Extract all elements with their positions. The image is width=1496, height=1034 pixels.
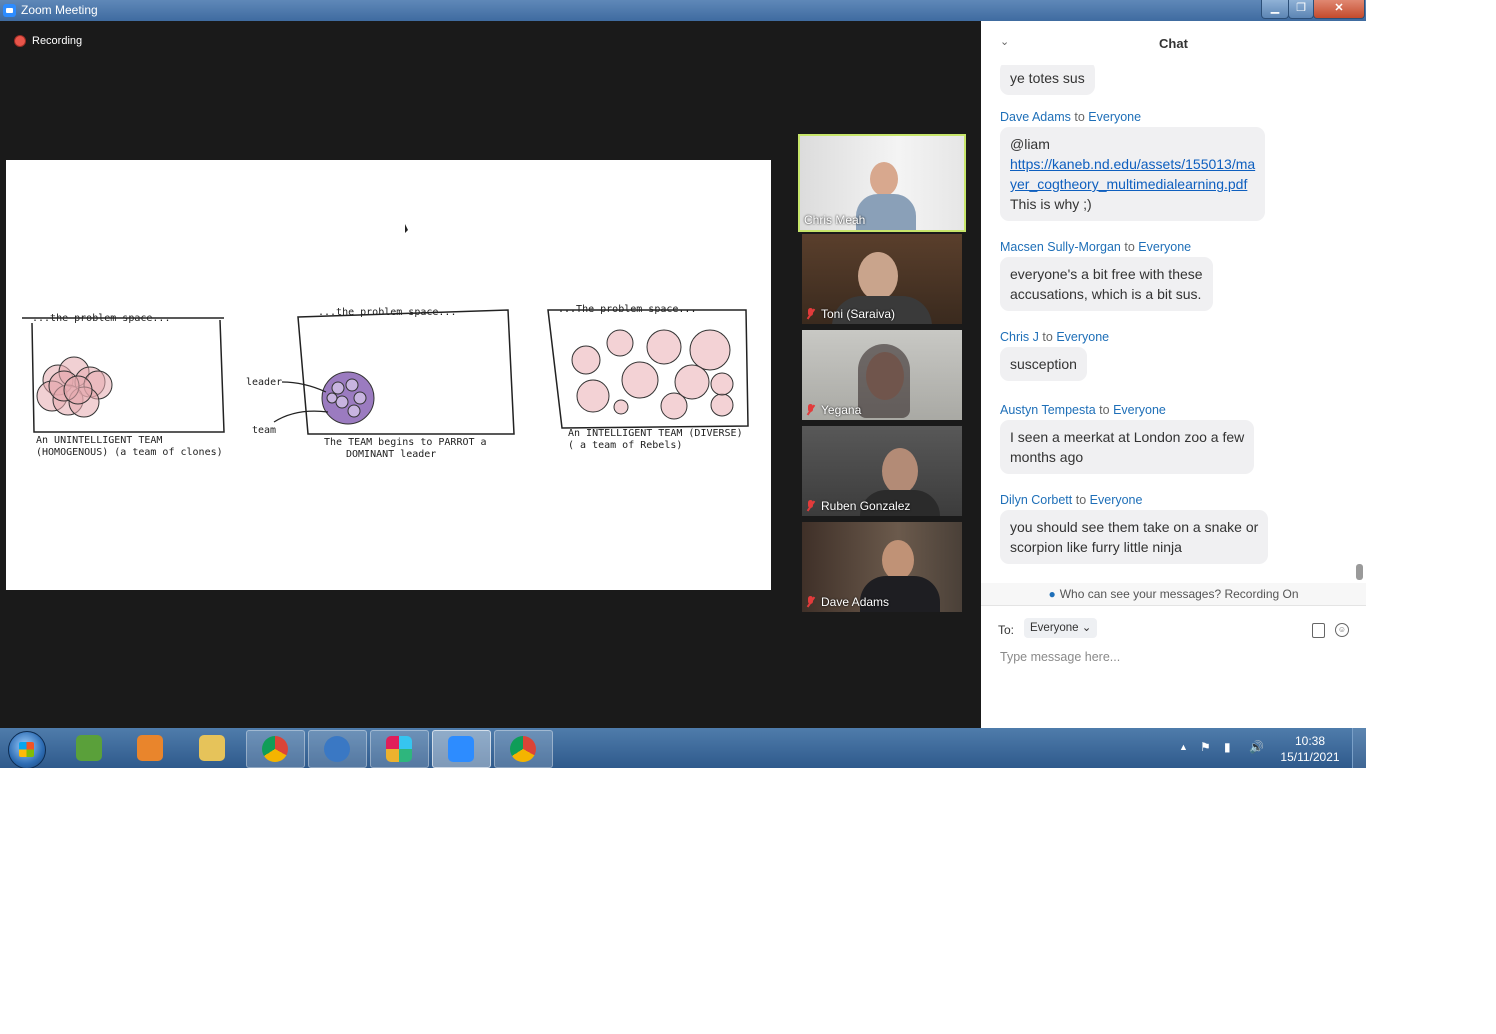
clock-date: 15/11/2021 — [1280, 750, 1340, 764]
chat-message: Chris J to Everyone susception — [1000, 330, 1109, 381]
chat-message: Macsen Sully-Morgan to Everyone everyone… — [1000, 240, 1213, 311]
maximize-button[interactable]: ❐ — [1288, 0, 1314, 19]
message-bubble: susception — [1000, 347, 1087, 381]
person-figure — [858, 252, 898, 300]
panel3-caption-2: ( a team of Rebels) — [568, 440, 682, 451]
zoom-icon — [448, 736, 474, 762]
thunderbird-icon — [324, 736, 350, 762]
start-button[interactable] — [8, 731, 46, 768]
muted-mic-icon — [806, 500, 815, 511]
message-meta: Macsen Sully-Morgan to Everyone — [1000, 240, 1192, 254]
person-figure — [882, 540, 914, 580]
chat-message: Dilyn Corbett to Everyone you should see… — [1000, 493, 1269, 564]
recording-indicator[interactable]: Recording — [14, 35, 83, 48]
message-bubble: everyone's a bit free with these accusat… — [1000, 257, 1213, 311]
zoom-app-icon — [3, 4, 16, 17]
chevron-down-icon: ⌄ — [1081, 622, 1092, 634]
mouse-cursor-icon — [405, 224, 408, 233]
window-title: Zoom Meeting — [21, 3, 98, 17]
system-clock[interactable]: 10:38 15/11/2021 — [1278, 733, 1342, 765]
panel2-caption-1: The TEAM begins to PARROT a — [324, 437, 487, 448]
meeting-area: Recording ...the problem space... An UNI… — [0, 21, 981, 728]
panel1-caption-2: (HOMOGENOUS) (a team of clones) — [36, 447, 223, 458]
message-meta: Chris J to Everyone — [1000, 330, 1110, 344]
recording-dot-icon — [14, 35, 26, 48]
action-center-flag-icon[interactable]: ⚑ — [1200, 740, 1211, 754]
message-link[interactable]: yer_cogtheory_multimedialearning.pdf — [1010, 176, 1247, 192]
volume-icon[interactable]: 🔊 — [1249, 740, 1264, 754]
chat-message: Dave Adams to Everyone @liam https://kan… — [1000, 110, 1266, 221]
person-figure — [870, 162, 898, 196]
to-label: To: — [998, 623, 1015, 637]
chat-panel: ⌄ Chat ye totes sus Dave Adams to Everyo… — [981, 21, 1366, 728]
zoom-window: Zoom Meeting ▁ ❐ ✕ Recording ...the prob… — [0, 0, 1366, 768]
participant-tile[interactable]: Toni (Saraiva) — [802, 234, 962, 324]
participant-name: Toni (Saraiva) — [806, 307, 895, 321]
chrome-profile-icon — [510, 736, 536, 762]
panel2-caption-2: DOMINANT leader — [346, 449, 436, 460]
chat-scrollbar-thumb[interactable] — [1356, 564, 1363, 580]
evernote-icon — [76, 735, 102, 761]
message-bubble: I seen a meerkat at London zoo a few mon… — [1000, 420, 1255, 474]
zoom-taskbar-button[interactable] — [432, 730, 491, 768]
evernote-taskbar-button[interactable] — [61, 730, 118, 766]
media-player-icon — [137, 735, 163, 761]
muted-mic-icon — [806, 404, 815, 415]
thunderbird-taskbar-button[interactable] — [308, 730, 367, 768]
panel1-caption-1: An UNINTELLIGENT TEAM — [36, 435, 162, 446]
shared-screen: ...the problem space... An UNINTELLIGENT… — [6, 160, 771, 590]
chrome-icon — [262, 736, 288, 762]
slack-icon — [386, 736, 412, 762]
message-link[interactable]: https://kaneb.nd.edu/assets/155013/ma — [1010, 156, 1255, 172]
privacy-notice[interactable]: ● Who can see your messages? Recording On — [981, 583, 1366, 606]
show-desktop-button[interactable] — [1352, 728, 1366, 768]
chat-scrollbar[interactable] — [1356, 67, 1363, 581]
participant-tile[interactable]: Dave Adams — [802, 522, 962, 612]
file-explorer-icon — [199, 735, 225, 761]
panel3-caption-1: An INTELLIGENT TEAM (DIVERSE) — [568, 428, 743, 439]
clock-time: 10:38 — [1294, 734, 1326, 748]
participant-tile-active-speaker[interactable]: Chris Meah — [798, 134, 966, 232]
media-player-taskbar-button[interactable] — [122, 730, 179, 766]
message-bubble: @liam https://kaneb.nd.edu/assets/155013… — [1000, 127, 1266, 221]
chat-message-input[interactable] — [998, 649, 1342, 665]
close-button[interactable]: ✕ — [1313, 0, 1365, 19]
taskbar: ▲ ⚑ ▮ 🔊 10:38 15/11/2021 — [0, 728, 1366, 768]
participant-name: Chris Meah — [804, 213, 866, 227]
recording-label: Recording — [32, 35, 83, 47]
message-meta: Austyn Tempesta to Everyone — [1000, 403, 1166, 417]
chat-message: ye totes sus — [1000, 65, 1095, 95]
muted-mic-icon — [806, 308, 815, 319]
recipient-dropdown[interactable]: Everyone ⌄ — [1024, 618, 1098, 638]
message-meta: Dilyn Corbett to Everyone — [1000, 493, 1143, 507]
minimize-button[interactable]: ▁ — [1261, 0, 1289, 19]
participant-name: Ruben Gonzalez — [806, 499, 910, 513]
leader-label: leader — [246, 377, 282, 388]
title-bar: Zoom Meeting ▁ ❐ ✕ — [0, 0, 1366, 21]
slack-taskbar-button[interactable] — [370, 730, 429, 768]
chat-title: Chat — [1159, 36, 1188, 51]
chat-header: ⌄ Chat — [981, 21, 1366, 65]
muted-mic-icon — [806, 596, 815, 607]
battery-power-icon[interactable]: ▮ — [1224, 740, 1231, 754]
chat-message: Austyn Tempesta to Everyone I seen a mee… — [1000, 403, 1255, 474]
message-bubble: ye totes sus — [1000, 65, 1095, 95]
emoji-icon[interactable]: ☺ — [1335, 623, 1349, 637]
chrome-taskbar-button[interactable] — [246, 730, 305, 768]
show-hidden-icons-icon[interactable]: ▲ — [1179, 742, 1188, 752]
chat-message-list[interactable]: ye totes sus Dave Adams to Everyone @lia… — [981, 65, 1353, 583]
team-label: team — [252, 425, 276, 436]
file-icon[interactable] — [1312, 623, 1325, 638]
explorer-taskbar-button[interactable] — [184, 730, 241, 766]
slide-drawing: ...the problem space... An UNINTELLIGENT… — [22, 224, 749, 460]
person-figure — [882, 448, 918, 494]
message-bubble: you should see them take on a snake or s… — [1000, 510, 1269, 564]
participant-tile[interactable]: Ruben Gonzalez — [802, 426, 962, 516]
chrome-profile-taskbar-button[interactable] — [494, 730, 553, 768]
participant-tile[interactable]: Yegana — [802, 330, 962, 420]
person-lock-icon: ● — [1048, 587, 1056, 601]
participant-name: Dave Adams — [806, 595, 889, 609]
participant-name: Yegana — [806, 403, 861, 417]
message-meta: Dave Adams to Everyone — [1000, 110, 1142, 124]
